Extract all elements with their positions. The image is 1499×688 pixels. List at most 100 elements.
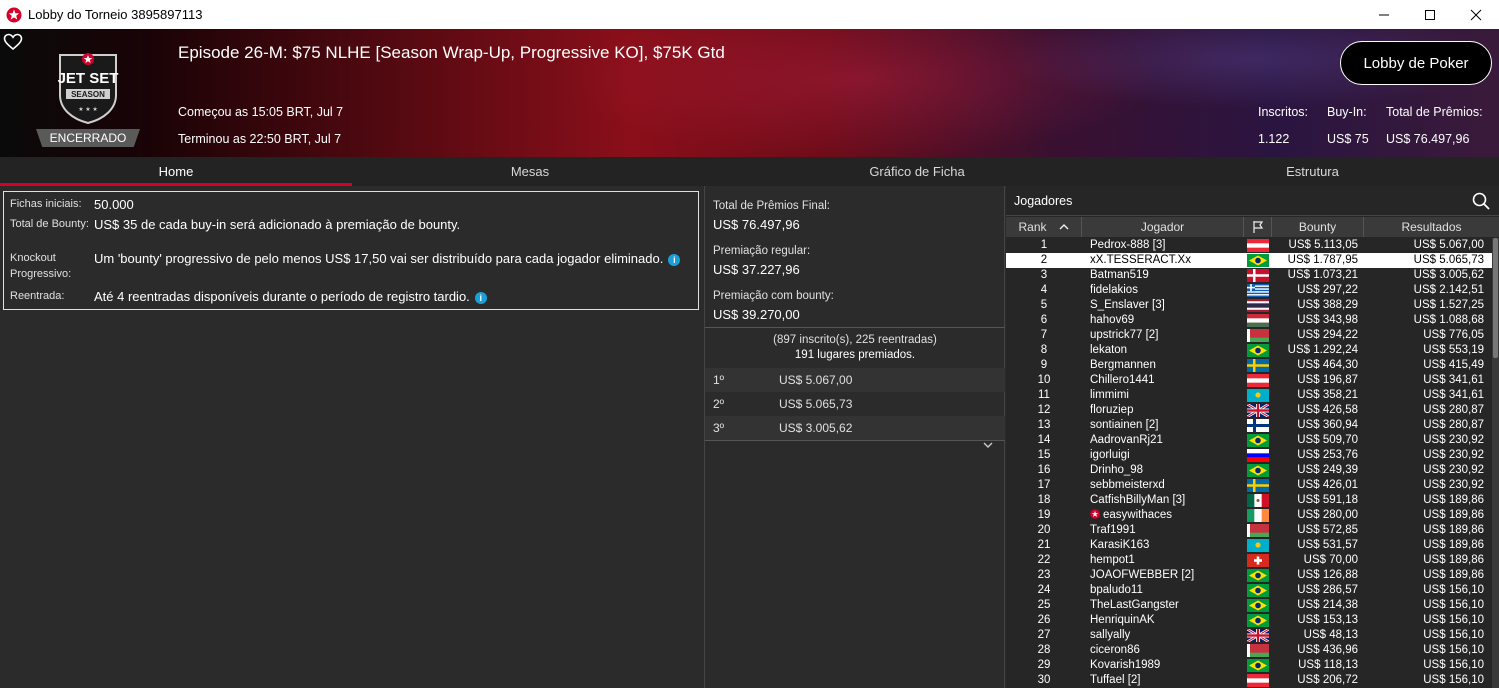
- player-row[interactable]: 29 Kovarish1989 US$ 118,13 US$ 156,10: [1006, 658, 1499, 673]
- player-row[interactable]: 1 Pedrox-888 [3] US$ 5.113,05 US$ 5.067,00: [1006, 238, 1499, 253]
- player-country: [1244, 553, 1272, 568]
- hungary-flag-icon: [1247, 314, 1269, 327]
- reentry-value: Até 4 reentradas disponíveis durante o p…: [94, 289, 470, 304]
- player-bounty: US$ 426,01: [1297, 479, 1358, 491]
- player-row[interactable]: 18 CatfishBillyMan [3] US$ 591,18 US$ 189,8…: [1006, 493, 1499, 508]
- sweden-flag-icon: [1247, 479, 1269, 492]
- results-column-header[interactable]: Resultados: [1364, 217, 1499, 237]
- player-name-cell: KarasiK163: [1082, 538, 1244, 553]
- player-row[interactable]: 15 igorluigi US$ 253,76 US$ 230,92: [1006, 448, 1499, 463]
- entrants-label: Inscritos:: [1258, 105, 1309, 119]
- player-country: [1244, 358, 1272, 373]
- rank-column-header[interactable]: Rank: [1006, 217, 1082, 237]
- player-row[interactable]: 17 sebbmeisterxd US$ 426,01 US$ 230,92: [1006, 478, 1499, 493]
- player-rank: 25: [1037, 599, 1051, 611]
- tab-chip-graph[interactable]: Gráfico de Ficha: [708, 157, 1126, 186]
- player-name-cell: Traf1991: [1082, 523, 1244, 538]
- player-row[interactable]: 4 fidelakios US$ 297,22 US$ 2.142,51: [1006, 283, 1499, 298]
- player-row[interactable]: 16 Drinho_98 US$ 249,39 US$ 230,92: [1006, 463, 1499, 478]
- player-name-cell: hempot1: [1082, 553, 1244, 568]
- poker-lobby-button[interactable]: Lobby de Poker: [1340, 41, 1492, 85]
- player-result: US$ 341,61: [1423, 374, 1484, 386]
- player-row[interactable]: 14 AadrovanRj21 US$ 509,70 US$ 230,92: [1006, 433, 1499, 448]
- player-row[interactable]: 10 Chillero1441 US$ 196,87 US$ 341,61: [1006, 373, 1499, 388]
- austria-flag-icon: [1247, 674, 1269, 687]
- scrollbar-thumb[interactable]: [1493, 238, 1498, 358]
- player-row[interactable]: 9 Bergmannen US$ 464,30 US$ 415,49: [1006, 358, 1499, 373]
- player-row[interactable]: 28 ciceron86 US$ 436,96 US$ 156,10: [1006, 643, 1499, 658]
- player-row[interactable]: 20 Traf1991 US$ 572,85 US$ 189,86: [1006, 523, 1499, 538]
- info-icon[interactable]: i: [668, 253, 681, 266]
- player-country: [1244, 493, 1272, 508]
- prize-amount: US$ 5.067,00: [779, 373, 853, 387]
- player-row[interactable]: 11 limmimi US$ 358,21 US$ 341,61: [1006, 388, 1499, 403]
- player-name-cell: bpaludo11: [1082, 583, 1244, 598]
- tab-structure[interactable]: Estrutura: [1126, 157, 1499, 186]
- player-name-cell: Batman519: [1082, 268, 1244, 283]
- info-icon[interactable]: i: [474, 291, 487, 304]
- player-name: HenriquinAK: [1090, 614, 1155, 626]
- search-icon[interactable]: [1471, 191, 1491, 211]
- player-rank: 12: [1037, 404, 1051, 416]
- player-row[interactable]: 3 Batman519 US$ 1.073,21 US$ 3.005,62: [1006, 268, 1499, 283]
- player-name-cell: easywithaces: [1082, 508, 1244, 523]
- player-row[interactable]: 12 floruziep US$ 426,58 US$ 280,87: [1006, 403, 1499, 418]
- player-row[interactable]: 24 bpaludo11 US$ 286,57 US$ 156,10: [1006, 583, 1499, 598]
- minimize-button[interactable]: [1361, 0, 1407, 29]
- player-row[interactable]: 7 upstrick77 [2] US$ 294,22 US$ 776,05: [1006, 328, 1499, 343]
- player-name-cell: limmimi: [1082, 388, 1244, 403]
- player-column-header[interactable]: Jogador: [1082, 217, 1244, 237]
- player-country: [1244, 283, 1272, 298]
- player-name: CatfishBillyMan [3]: [1090, 494, 1186, 506]
- players-panel: Jogadores Rank Jogador Bounty Resultados…: [1006, 186, 1499, 688]
- player-name: Chillero1441: [1090, 374, 1155, 386]
- player-rank: 14: [1037, 434, 1051, 446]
- belarus-flag-icon: [1247, 329, 1269, 342]
- player-country: [1244, 388, 1272, 403]
- close-button[interactable]: [1453, 0, 1499, 29]
- player-row[interactable]: 19 easywithaces US$ 280,00 US$ 189,86: [1006, 508, 1499, 523]
- player-bounty: US$ 70,00: [1303, 554, 1358, 566]
- chevron-down-icon[interactable]: [981, 440, 995, 450]
- pko-value: Um 'bounty' progressivo de pelo menos US…: [94, 251, 664, 266]
- player-row[interactable]: 8 lekaton US$ 1.292,24 US$ 553,19: [1006, 343, 1499, 358]
- player-row[interactable]: 22 hempot1 US$ 70,00 US$ 189,86: [1006, 553, 1499, 568]
- player-name-cell: sallyally: [1082, 628, 1244, 643]
- heart-icon[interactable]: [3, 33, 23, 51]
- player-rank: 24: [1037, 584, 1051, 596]
- player-row[interactable]: 26 HenriquinAK US$ 153,13 US$ 156,10: [1006, 613, 1499, 628]
- player-name: Traf1991: [1090, 524, 1136, 536]
- prize-pool-value: US$ 76.497,96: [1386, 132, 1470, 146]
- maximize-button[interactable]: [1407, 0, 1453, 29]
- player-row[interactable]: 21 KarasiK163 US$ 531,57 US$ 189,86: [1006, 538, 1499, 553]
- player-row[interactable]: 2 xX.TESSERACT.Xx US$ 1.787,95 US$ 5.065,73: [1006, 253, 1499, 268]
- player-bounty: US$ 5.113,05: [1288, 239, 1358, 251]
- player-result: US$ 156,10: [1423, 629, 1484, 641]
- player-row[interactable]: 25 TheLastGangster US$ 214,38 US$ 156,10: [1006, 598, 1499, 613]
- prize-row: 2º US$ 5.065,73: [705, 392, 1005, 416]
- player-bounty: US$ 126,88: [1297, 569, 1358, 581]
- player-name-cell: AadrovanRj21: [1082, 433, 1244, 448]
- player-row[interactable]: 13 sontiainen [2] US$ 360,94 US$ 280,87: [1006, 418, 1499, 433]
- belarus-flag-icon: [1247, 644, 1269, 657]
- player-row[interactable]: 5 S_Enslaver [3] US$ 388,29 US$ 1.527,25: [1006, 298, 1499, 313]
- player-bounty: US$ 591,18: [1297, 494, 1358, 506]
- player-country: [1244, 508, 1272, 523]
- tab-tables[interactable]: Mesas: [352, 157, 708, 186]
- tab-home[interactable]: Home: [0, 157, 352, 186]
- bounty-column-header[interactable]: Bounty: [1272, 217, 1364, 237]
- player-rank: 22: [1037, 554, 1051, 566]
- bounty-prize-value: US$ 39.270,00: [713, 307, 800, 322]
- players-scrollbar[interactable]: [1492, 238, 1499, 688]
- starting-chips-value: 50.000: [94, 197, 134, 212]
- player-row[interactable]: 30 Tuffael [2] US$ 206,72 US$ 156,10: [1006, 673, 1499, 688]
- players-title: Jogadores: [1014, 193, 1073, 208]
- country-column-header[interactable]: [1244, 217, 1272, 237]
- player-row[interactable]: 6 hahov69 US$ 343,98 US$ 1.088,68: [1006, 313, 1499, 328]
- rank-column-label: Rank: [1018, 220, 1047, 234]
- player-bounty: US$ 297,22: [1297, 284, 1358, 296]
- player-row[interactable]: 23 JOAOFWEBBER [2] US$ 126,88 US$ 189,86: [1006, 568, 1499, 583]
- player-result: US$ 156,10: [1423, 599, 1484, 611]
- player-row[interactable]: 27 sallyally US$ 48,13 US$ 156,10: [1006, 628, 1499, 643]
- player-name: sontiainen [2]: [1090, 419, 1159, 431]
